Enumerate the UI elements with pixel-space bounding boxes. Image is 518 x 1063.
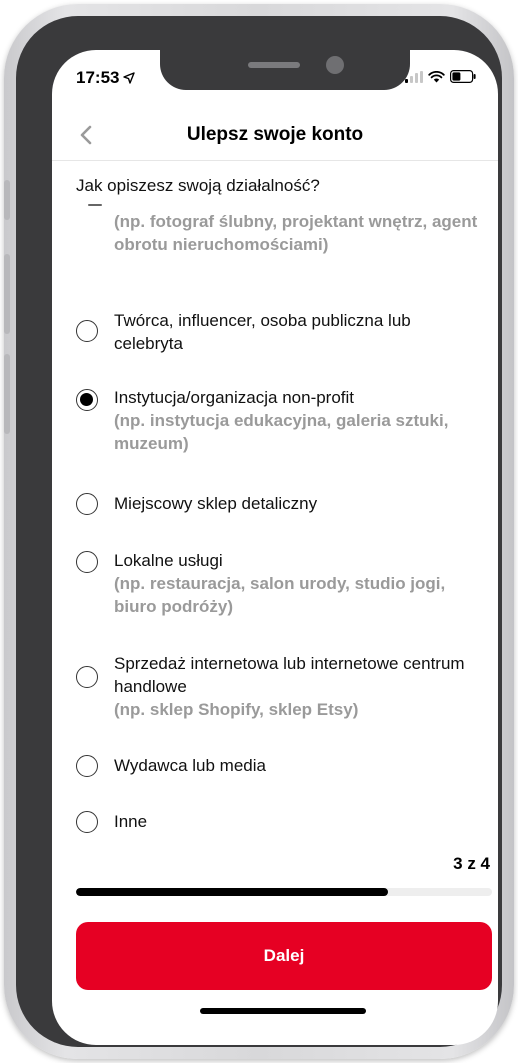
location-arrow-icon [123,72,136,84]
option-label: Twórca, influencer, osoba publiczna lub … [114,311,411,353]
option-nonprofit[interactable]: Instytucja/organizacja non-profit (np. i… [114,386,484,455]
option-label: Miejscowy sklep detaliczny [114,494,318,513]
radio-option-local-retail[interactable] [76,493,98,515]
option-label: Inne [114,812,148,831]
option-local-services[interactable]: Lokalne usługi (np. restauracja, salon u… [114,549,484,618]
next-button[interactable]: Dalej [76,922,492,990]
header: Ulepsz swoje konto [52,110,498,161]
radio-option-nonprofit[interactable] [76,389,98,411]
step-indicator: 3 z 4 [453,854,490,873]
status-time-text: 17:53 [76,68,120,87]
option-publisher[interactable]: Wydawca lub media [114,754,484,777]
radio-option-local-services[interactable] [76,551,98,573]
volume-up-button [4,254,10,334]
radio-option-professional-services[interactable] [88,204,102,206]
option-creator[interactable]: Twórca, influencer, osoba publiczna lub … [114,309,484,355]
option-hint: (np. instytucja edukacyjna, galeria sztu… [114,411,449,453]
home-indicator [200,1008,366,1014]
option-label: Instytucja/organizacja non-profit [114,388,355,407]
option-hint: (np. sklep Shopify, sklep Etsy) [114,700,359,719]
screen: 17:53 Ulepsz swoje konto Jak opiszesz sw… [52,50,498,1045]
speaker-grille [248,62,300,68]
front-camera [326,56,344,74]
option-online-store[interactable]: Sprzedaż internetowa lub internetowe cen… [114,652,484,721]
option-label: Lokalne usługi [114,551,223,570]
notch [160,50,410,90]
option-hint: (np. fotograf ślubny, projektant wnętrz,… [114,212,478,254]
status-icons [405,70,476,83]
radio-option-online-store[interactable] [76,666,98,688]
progress-fill [76,888,388,896]
cellular-signal-icon [405,70,423,83]
option-professional-services: (np. fotograf ślubny, projektant wnętrz,… [114,210,484,256]
status-time: 17:53 [76,68,136,88]
option-label: Sprzedaż internetowa lub internetowe cen… [114,654,465,696]
volume-down-button [4,354,10,434]
option-label: Wydawca lub media [114,756,266,775]
radio-option-publisher[interactable] [76,755,98,777]
option-other[interactable]: Inne [114,810,484,833]
option-hint: (np. restauracja, salon urody, studio jo… [114,574,446,616]
page-title: Ulepsz swoje konto [186,124,364,145]
phone-frame: 17:53 Ulepsz swoje konto Jak opiszesz sw… [16,16,502,1047]
wifi-icon [428,70,445,82]
battery-icon [450,70,476,83]
radio-option-other[interactable] [76,811,98,833]
question-label: Jak opiszesz swoją działalność? [76,176,320,195]
radio-option-creator[interactable] [76,320,98,342]
progress-bar [76,888,492,896]
option-local-retail[interactable]: Miejscowy sklep detaliczny [114,492,484,515]
silent-switch [4,180,10,220]
